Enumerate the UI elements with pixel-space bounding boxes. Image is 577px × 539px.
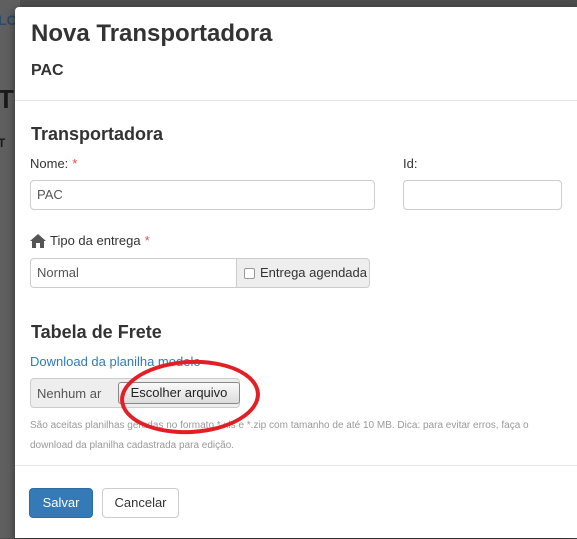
modal-title: Nova Transportadora: [31, 20, 273, 47]
scheduled-delivery-addon[interactable]: Entrega agendada: [237, 258, 370, 288]
id-label: Id:: [403, 156, 418, 171]
save-button[interactable]: Salvar: [29, 488, 93, 518]
name-input[interactable]: PAC: [30, 180, 375, 210]
scheduled-delivery-checkbox[interactable]: [244, 267, 255, 279]
section-title-frete: Tabela de Frete: [31, 322, 162, 342]
id-input[interactable]: [403, 180, 562, 210]
modal-header: Nova Transportadora PAC: [15, 7, 577, 101]
section-title-transportadora: Transportadora: [31, 124, 164, 144]
file-status-text: Nenhum ar: [37, 386, 102, 401]
new-carrier-modal: Nova Transportadora PAC Transportadora N…: [15, 7, 577, 538]
choose-file-button[interactable]: Escolher arquivo: [118, 382, 240, 404]
upload-help-text: São aceitas planilhas geradas no formato…: [30, 420, 529, 451]
delivery-type-label: Tipo da entrega *: [30, 233, 150, 248]
file-upload-field[interactable]: Nenhum ar Escolher arquivo: [30, 378, 240, 408]
modal-subtitle: PAC: [31, 62, 64, 79]
background-text: T: [0, 136, 6, 150]
cancel-button[interactable]: Cancelar: [102, 488, 179, 518]
home-icon: [30, 233, 46, 248]
background-text: T: [0, 84, 14, 114]
scheduled-delivery-label: Entrega agendada: [260, 265, 367, 280]
required-marker: *: [144, 233, 150, 248]
required-marker: *: [72, 156, 78, 171]
modal-footer: Salvar Cancelar: [15, 465, 577, 539]
download-template-link[interactable]: Download da planilha modelo: [30, 354, 201, 369]
name-label: Nome: *: [30, 156, 78, 171]
delivery-type-input[interactable]: Normal: [30, 258, 237, 288]
